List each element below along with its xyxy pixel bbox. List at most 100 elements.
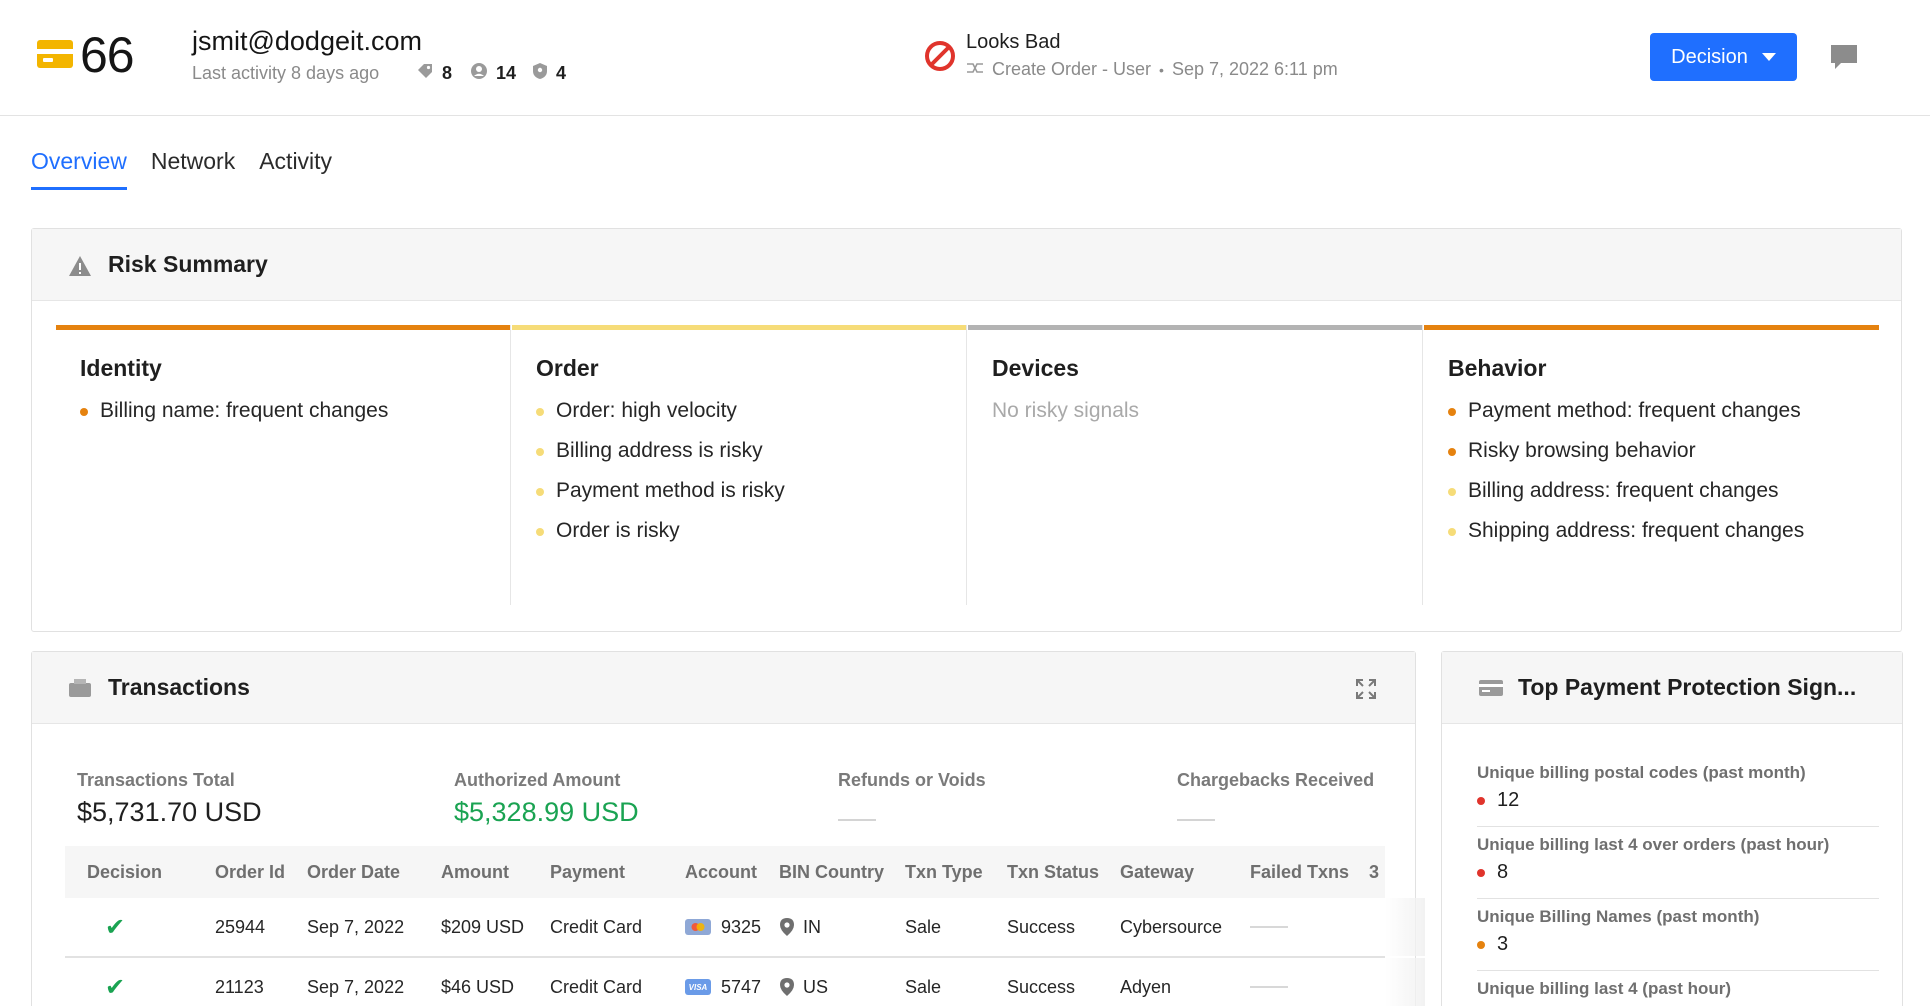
amount-cell: $209 USD [441,916,525,937]
bullet-icon [1448,528,1456,536]
risk-signal-list: Order: high velocity Billing address is … [536,399,785,559]
warning-icon [69,256,91,276]
payment-protection-card: Top Payment Protection Sign... Unique bi… [1441,651,1903,1006]
status-timestamp: Sep 7, 2022 6:11 pm [1171,59,1338,79]
bullet-icon [536,528,544,536]
column-header[interactable]: Failed Txns [1250,846,1349,898]
account-cell: 9325 [685,898,761,956]
column-header[interactable]: Decision [87,846,162,898]
amount-cell: $46 USD [441,976,515,997]
summary-refunds-voids: Refunds or Voids [838,770,986,821]
risk-signal: Risky browsing behavior [1448,439,1804,479]
risk-signal: Order: high velocity [536,399,785,439]
location-pin-icon [780,978,794,996]
visa-icon: VISA [685,979,711,995]
risk-signal: Order is risky [536,519,785,559]
risk-summary-header: Risk Summary [32,229,1901,301]
risk-column-title: Identity [80,355,162,381]
expand-icon[interactable] [1355,678,1377,700]
risk-column-identity: Identity Billing name: frequent changes [56,325,511,605]
column-header[interactable]: Order Id [215,846,285,898]
empty-value-dash [838,819,876,821]
signal-item: Unique Billing Names (past month) 3 [1477,899,1879,971]
risk-signal: Billing address: frequent changes [1448,479,1804,519]
risk-signal-list: Payment method: frequent changes Risky b… [1448,399,1804,559]
risk-level-bar [968,325,1422,330]
order-date-cell: Sep 7, 2022 [307,976,405,997]
table-row[interactable]: ✔ 21123 Sep 7, 2022 $46 USD Credit Card … [65,958,1425,1006]
order-id-cell[interactable]: 25944 [215,898,265,956]
column-header[interactable]: Order Date [307,846,400,898]
txn-type-cell: Sale [905,916,942,937]
decision-status-title: Looks Bad [966,31,1061,53]
decision-status-meta: Create Order - User • Sep 7, 2022 6:11 p… [966,59,1338,80]
risk-summary-card: Risk Summary Identity Billing name: freq… [31,228,1902,632]
column-header[interactable]: Account [685,846,757,898]
risk-signal: Payment method: frequent changes [1448,399,1804,439]
summary-transactions-total: Transactions Total $5,731.70 USD [77,770,262,827]
table-row[interactable]: ✔ 25944 Sep 7, 2022 $209 USD Credit Card… [65,898,1425,958]
last-activity-text: Last activity 8 days ago [192,63,380,83]
credit-card-icon [37,40,73,68]
shield-icon [532,62,548,85]
user-count-value: 14 [496,63,517,83]
credit-card-icon [1479,680,1503,696]
order-id-cell[interactable]: 21123 [215,958,264,1006]
column-header[interactable]: Txn Type [905,846,983,898]
tab-activity[interactable]: Activity [259,148,332,190]
user-email: jsmit@dodgeit.com [192,26,422,56]
risk-column-title: Behavior [1448,355,1547,381]
check-icon: ✔ [105,973,126,1001]
summary-authorized-amount: Authorized Amount $5,328.99 USD [454,770,639,827]
gateway-cell: Cybersource [1120,916,1223,937]
status-separator: • [1159,61,1164,78]
bullet-icon [1477,940,1485,949]
user-count[interactable]: 14 [470,62,516,85]
prohibited-icon [925,41,955,71]
column-header[interactable]: Gateway [1120,846,1194,898]
txn-status-cell: Success [1007,976,1076,997]
status-source: Create Order - User [992,59,1152,79]
risk-column-title: Order [536,355,599,381]
comment-icon[interactable] [1829,43,1859,71]
empty-value-dash [1177,819,1215,821]
payment-protection-header: Top Payment Protection Sign... [1442,652,1902,724]
transactions-table: Decision Order Id Order Date Amount Paym… [65,846,1425,1006]
summary-chargebacks: Chargebacks Received [1177,770,1374,821]
bullet-icon [1477,796,1485,805]
mastercard-icon [685,919,711,935]
decision-button[interactable]: Decision [1650,33,1797,81]
risk-column-devices: Devices No risky signals [968,325,1423,605]
bullet-icon [1448,408,1456,416]
tag-count-value: 8 [442,63,453,83]
column-header[interactable]: BIN Country [779,846,884,898]
risk-level-bar [512,325,966,330]
tab-bar: Overview Network Activity [31,148,332,190]
failed-txns-cell [1250,898,1288,956]
transactions-card: Transactions Transactions Total $5,731.7… [31,651,1425,1006]
bullet-icon [80,408,88,416]
bin-country-cell: IN [779,898,821,956]
column-header[interactable]: Payment [550,846,625,898]
gateway-cell: Adyen [1120,976,1172,997]
risk-signal-list: Billing name: frequent changes [80,399,388,439]
column-header[interactable]: Amount [441,846,509,898]
bullet-icon [1477,868,1485,877]
check-icon: ✔ [105,913,126,941]
location-pin-icon [780,918,794,936]
risk-column-behavior: Behavior Payment method: frequent change… [1424,325,1879,605]
signal-item: Unique billing last 4 over orders (past … [1477,827,1879,899]
tab-network[interactable]: Network [151,148,235,190]
shield-count[interactable]: 4 [532,62,566,85]
signal-item: Unique billing postal codes (past month)… [1477,755,1879,827]
risk-signal: Billing name: frequent changes [80,399,388,439]
tag-count[interactable]: 8 [416,62,452,85]
payment-protection-title: Top Payment Protection Sign... [1518,674,1857,700]
column-header[interactable]: 3 [1369,846,1379,898]
tab-overview[interactable]: Overview [31,148,127,190]
risk-score: 66 [80,27,135,83]
caret-down-icon [1761,53,1776,61]
column-header[interactable]: Txn Status [1007,846,1099,898]
txn-type-cell: Sale [905,976,942,997]
entity-header: 66 jsmit@dodgeit.com Last activity 8 day… [0,0,1930,116]
